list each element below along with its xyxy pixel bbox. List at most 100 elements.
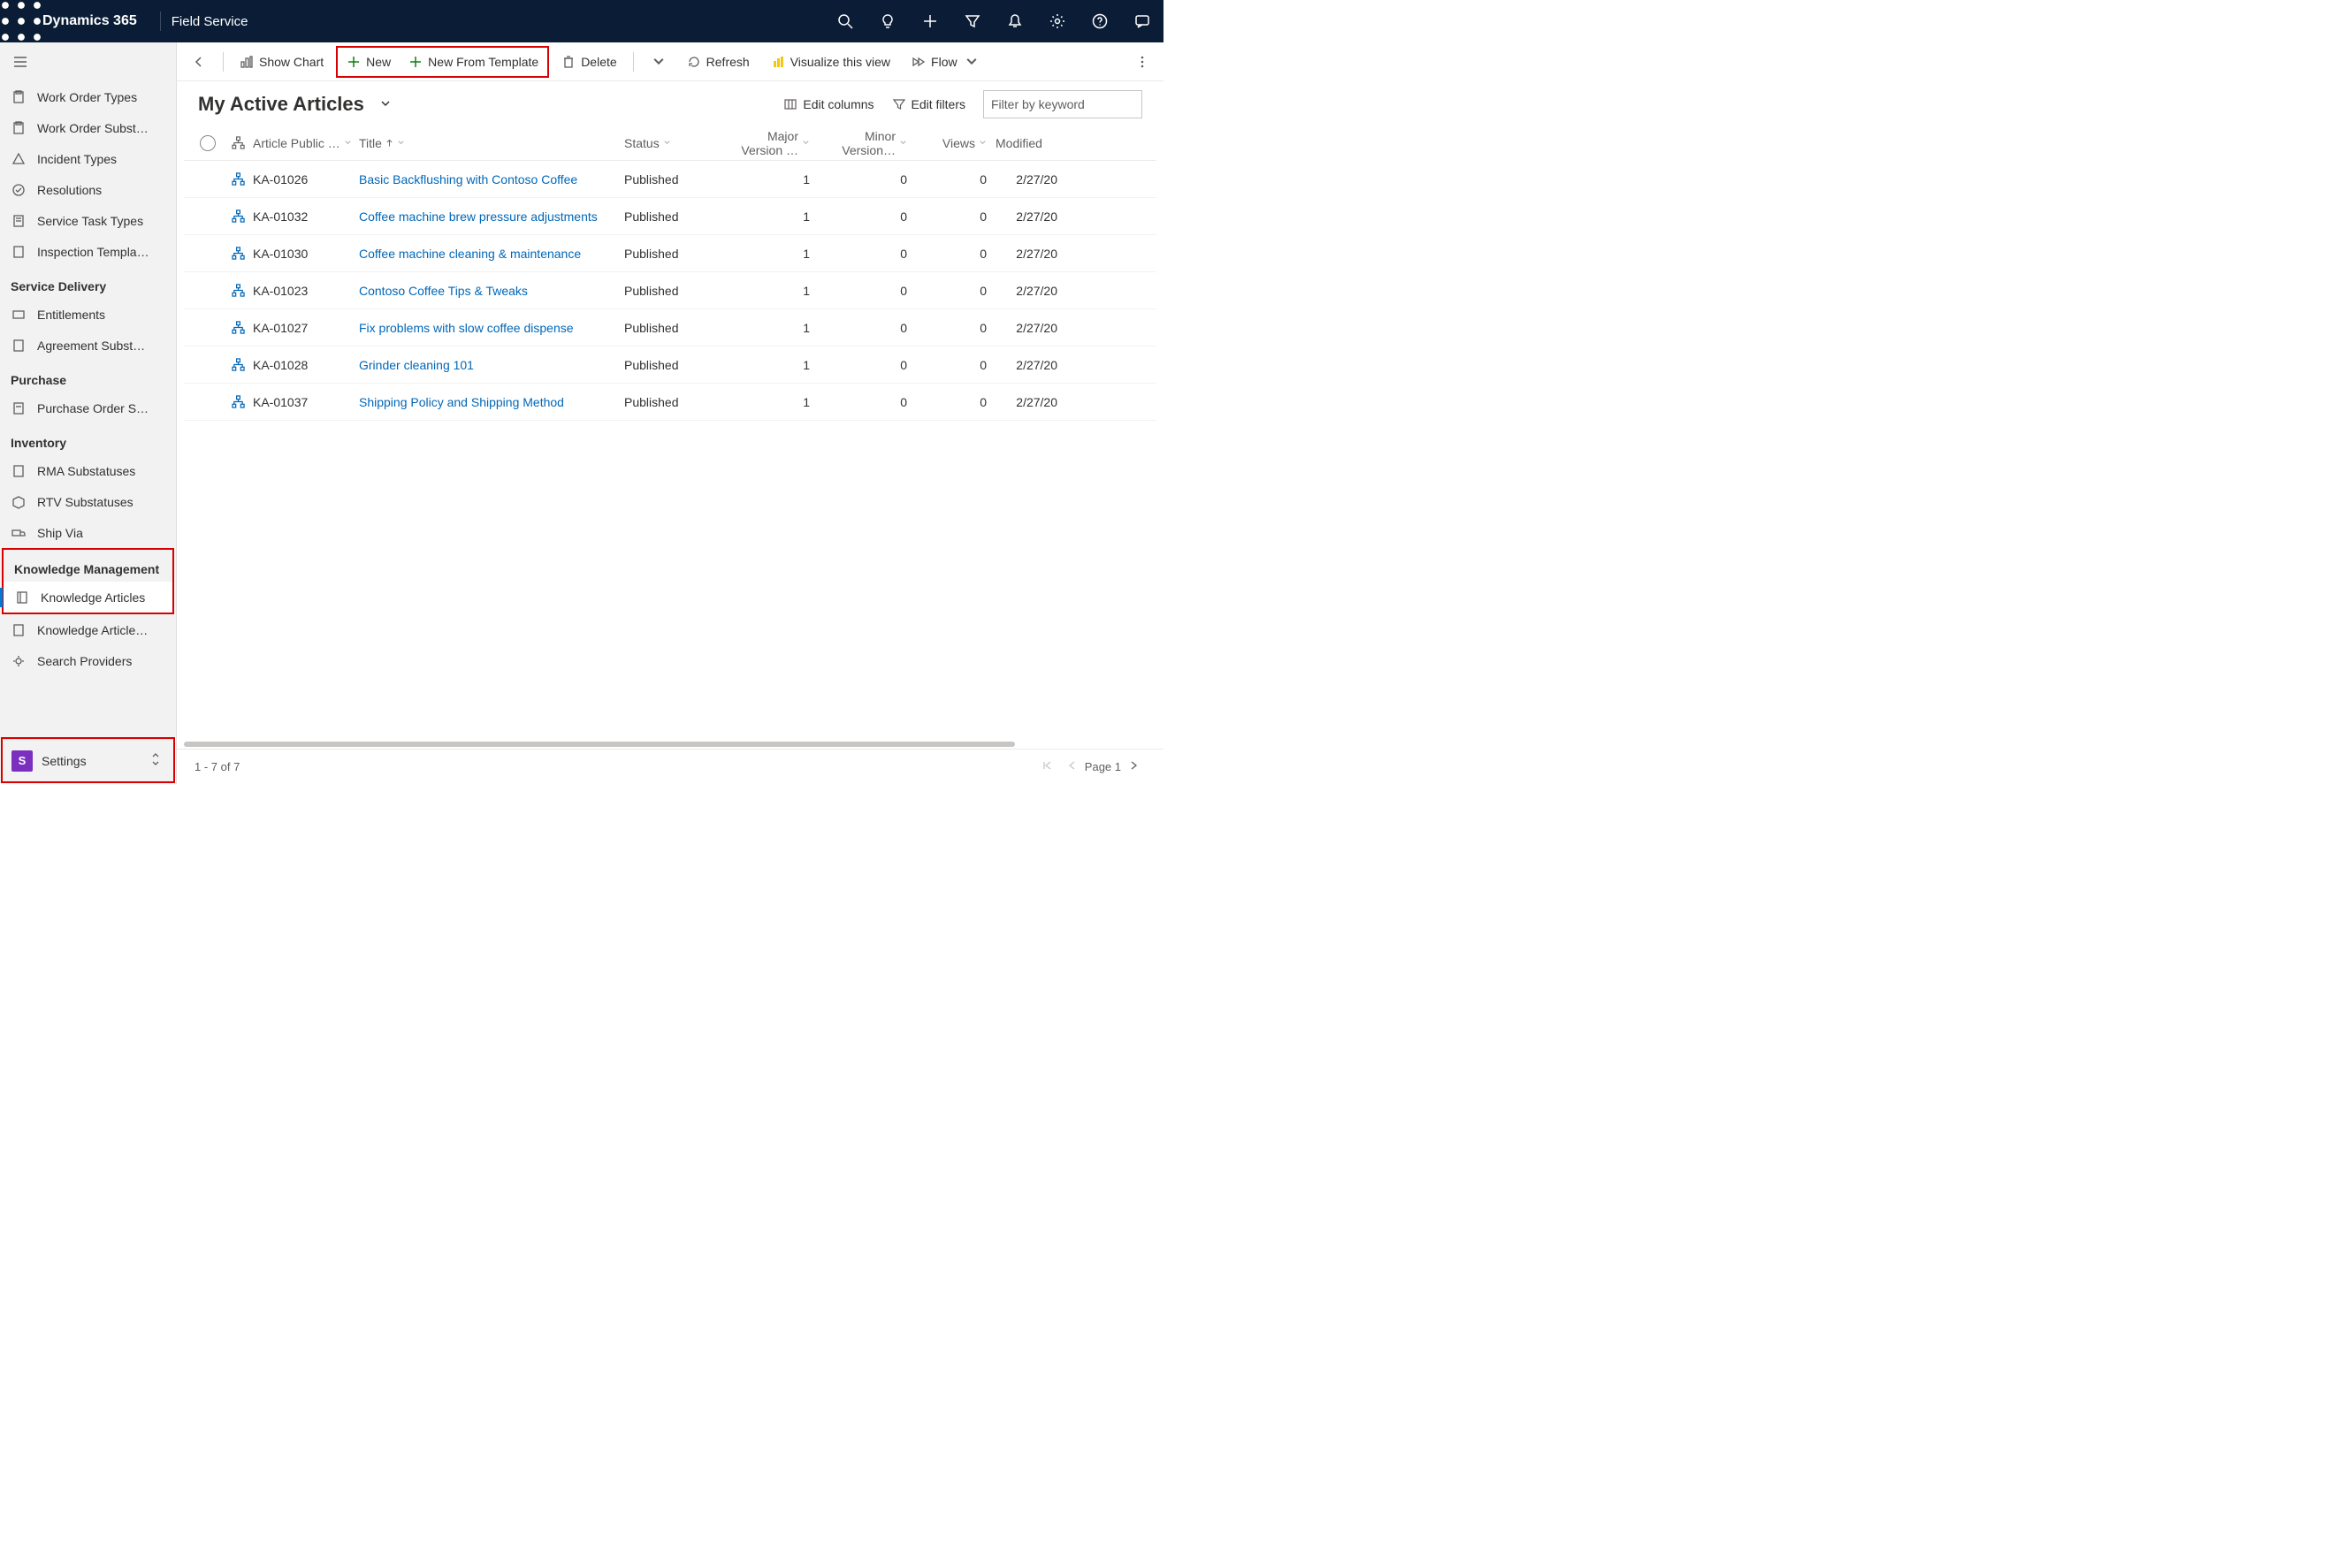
cell-title-link[interactable]: Coffee machine cleaning & maintenance bbox=[359, 247, 624, 261]
hierarchy-icon[interactable] bbox=[223, 209, 253, 223]
column-header-minor-version[interactable]: Minor Version… bbox=[828, 129, 925, 157]
flow-label: Flow bbox=[931, 55, 958, 69]
sidebar-item-rma-substatuses[interactable]: RMA Substatuses bbox=[0, 455, 176, 486]
area-switcher[interactable]: S Settings bbox=[3, 739, 173, 781]
add-icon[interactable] bbox=[909, 0, 951, 42]
prev-page-button[interactable] bbox=[1060, 760, 1085, 773]
cell-article-public: KA-01026 bbox=[253, 172, 359, 186]
highlight-settings: S Settings bbox=[1, 737, 175, 783]
hierarchy-icon[interactable] bbox=[223, 172, 253, 186]
next-page-button[interactable] bbox=[1121, 760, 1146, 773]
sidebar-item-knowledge-article-templates[interactable]: Knowledge Article… bbox=[0, 614, 176, 645]
hierarchy-icon[interactable] bbox=[223, 247, 253, 260]
cell-major-version: 1 bbox=[730, 284, 828, 298]
help-icon[interactable] bbox=[1079, 0, 1121, 42]
brand-name[interactable]: Dynamics 365 bbox=[42, 13, 149, 29]
document-icon bbox=[11, 338, 27, 354]
lightbulb-icon[interactable] bbox=[866, 0, 909, 42]
sidebar-item-agreement-subst[interactable]: Agreement Subst… bbox=[0, 330, 176, 361]
table-row[interactable]: KA-01037Shipping Policy and Shipping Met… bbox=[184, 384, 1156, 421]
sidebar-item-rtv-substatuses[interactable]: RTV Substatuses bbox=[0, 486, 176, 517]
table-row[interactable]: KA-01023Contoso Coffee Tips & TweaksPubl… bbox=[184, 272, 1156, 309]
data-grid: Article Public … Title Status Major Vers… bbox=[177, 126, 1164, 740]
sidebar-item-ship-via[interactable]: Ship Via bbox=[0, 517, 176, 548]
warning-icon bbox=[11, 151, 27, 167]
edit-filters-button[interactable]: Edit filters bbox=[892, 97, 965, 111]
cell-minor-version: 0 bbox=[828, 395, 925, 409]
assistant-icon[interactable] bbox=[1121, 0, 1164, 42]
hierarchy-icon[interactable] bbox=[223, 395, 253, 408]
sidebar-item-work-order-subst[interactable]: Work Order Subst… bbox=[0, 112, 176, 143]
cell-article-public: KA-01023 bbox=[253, 284, 359, 298]
cell-title-link[interactable]: Grinder cleaning 101 bbox=[359, 358, 624, 372]
sidebar-item-purchase-order-s[interactable]: Purchase Order S… bbox=[0, 392, 176, 423]
sidebar-item-work-order-types[interactable]: Work Order Types bbox=[0, 81, 176, 112]
refresh-button[interactable]: Refresh bbox=[678, 47, 759, 77]
table-row[interactable]: KA-01026Basic Backflushing with Contoso … bbox=[184, 161, 1156, 198]
sidebar-item-service-task-types[interactable]: Service Task Types bbox=[0, 205, 176, 236]
cell-title-link[interactable]: Shipping Policy and Shipping Method bbox=[359, 395, 624, 409]
cell-article-public: KA-01030 bbox=[253, 247, 359, 261]
column-header-title[interactable]: Title bbox=[359, 136, 624, 150]
filter-keyword-input[interactable]: Filter by keyword bbox=[983, 90, 1142, 118]
sidebar-item-knowledge-articles[interactable]: Knowledge Articles bbox=[4, 582, 172, 613]
column-header-major-version[interactable]: Major Version … bbox=[730, 129, 828, 157]
table-row[interactable]: KA-01027Fix problems with slow coffee di… bbox=[184, 309, 1156, 346]
cell-title-link[interactable]: Fix problems with slow coffee dispense bbox=[359, 321, 624, 335]
column-header-modified[interactable]: Modified bbox=[996, 136, 1057, 150]
table-row[interactable]: KA-01028Grinder cleaning 101Published100… bbox=[184, 346, 1156, 384]
hierarchy-column-icon[interactable] bbox=[223, 136, 253, 149]
select-all-checkbox[interactable] bbox=[193, 135, 223, 151]
gear-icon[interactable] bbox=[1036, 0, 1079, 42]
sidebar-item-incident-types[interactable]: Incident Types bbox=[0, 143, 176, 174]
search-icon[interactable] bbox=[824, 0, 866, 42]
sidebar-item-search-providers[interactable]: Search Providers bbox=[0, 645, 176, 676]
new-from-template-button[interactable]: New From Template bbox=[400, 47, 547, 77]
hierarchy-icon[interactable] bbox=[223, 321, 253, 334]
grid-body: KA-01026Basic Backflushing with Contoso … bbox=[184, 161, 1156, 421]
new-button[interactable]: New bbox=[338, 47, 400, 77]
sidebar-group-inventory: Inventory bbox=[0, 423, 176, 455]
sidebar-item-entitlements[interactable]: Entitlements bbox=[0, 299, 176, 330]
view-title[interactable]: My Active Articles bbox=[198, 93, 364, 116]
show-chart-button[interactable]: Show Chart bbox=[231, 47, 332, 77]
first-page-button[interactable] bbox=[1035, 760, 1060, 773]
delete-dropdown[interactable] bbox=[643, 47, 675, 77]
sidebar-item-resolutions[interactable]: Resolutions bbox=[0, 174, 176, 205]
nav-scroll: Work Order Types Work Order Subst… Incid… bbox=[0, 81, 176, 736]
edit-columns-button[interactable]: Edit columns bbox=[783, 97, 874, 111]
flow-button[interactable]: Flow bbox=[903, 47, 988, 77]
table-row[interactable]: KA-01032Coffee machine brew pressure adj… bbox=[184, 198, 1156, 235]
app-name[interactable]: Field Service bbox=[172, 14, 248, 29]
new-template-label: New From Template bbox=[428, 55, 538, 69]
ticket-icon bbox=[11, 307, 27, 323]
column-header-status[interactable]: Status bbox=[624, 136, 730, 150]
hierarchy-icon[interactable] bbox=[223, 284, 253, 297]
cell-minor-version: 0 bbox=[828, 321, 925, 335]
grid-header-row: Article Public … Title Status Major Vers… bbox=[184, 126, 1156, 161]
column-header-views[interactable]: Views bbox=[925, 136, 996, 150]
view-chevron-icon[interactable] bbox=[380, 97, 391, 111]
bell-icon[interactable] bbox=[994, 0, 1036, 42]
app-launcher-icon[interactable] bbox=[0, 0, 42, 42]
cell-title-link[interactable]: Coffee machine brew pressure adjustments bbox=[359, 209, 624, 224]
table-row[interactable]: KA-01030Coffee machine cleaning & mainte… bbox=[184, 235, 1156, 272]
hierarchy-icon[interactable] bbox=[223, 358, 253, 371]
cell-status: Published bbox=[624, 395, 730, 409]
sidebar-item-inspection-templates[interactable]: Inspection Templa… bbox=[0, 236, 176, 267]
vertical-divider bbox=[160, 11, 161, 31]
filter-icon[interactable] bbox=[951, 0, 994, 42]
cell-title-link[interactable]: Basic Backflushing with Contoso Coffee bbox=[359, 172, 624, 186]
cell-article-public: KA-01028 bbox=[253, 358, 359, 372]
more-commands-button[interactable] bbox=[1126, 47, 1158, 77]
back-button[interactable] bbox=[182, 55, 216, 69]
gear-icon bbox=[11, 653, 27, 669]
horizontal-scrollbar[interactable] bbox=[184, 740, 1156, 749]
column-header-article-public[interactable]: Article Public … bbox=[253, 136, 359, 150]
cell-title-link[interactable]: Contoso Coffee Tips & Tweaks bbox=[359, 284, 624, 298]
truck-icon bbox=[11, 525, 27, 541]
delete-button[interactable]: Delete bbox=[553, 47, 625, 77]
visualize-button[interactable]: Visualize this view bbox=[762, 47, 899, 77]
cell-modified: 2/27/20 bbox=[996, 395, 1057, 409]
hamburger-icon[interactable] bbox=[0, 42, 176, 81]
